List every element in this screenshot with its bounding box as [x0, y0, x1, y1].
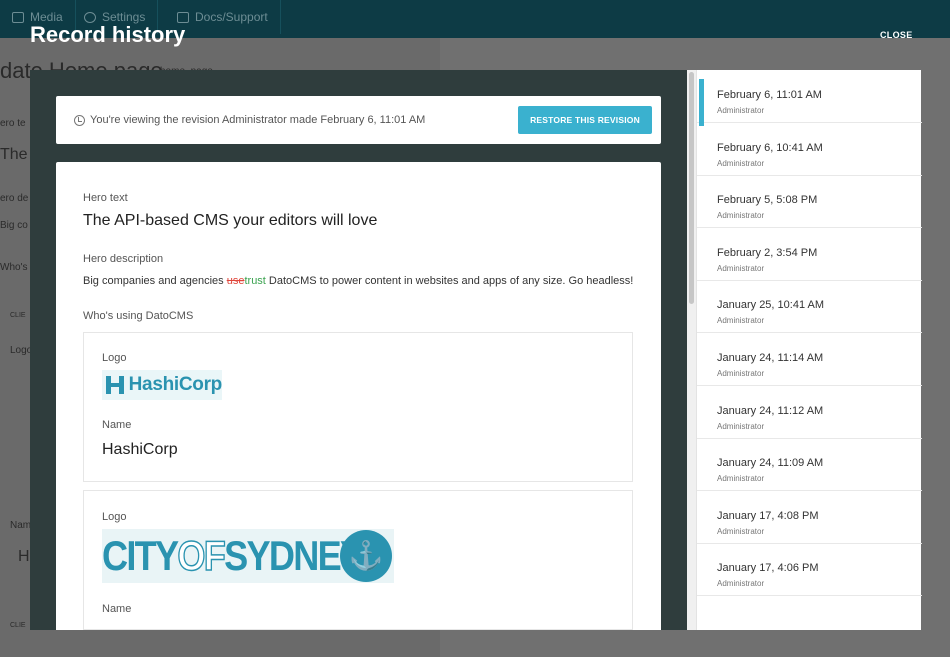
- revision-item[interactable]: January 24, 11:14 AM Administrator: [697, 333, 922, 386]
- hashicorp-mark-icon: [104, 374, 125, 396]
- deleted-text: use: [226, 275, 245, 287]
- revision-date: February 5, 5:08 PM: [717, 194, 818, 207]
- bg-fragment: ero de: [0, 193, 29, 204]
- scrollbar-thumb[interactable]: [689, 72, 694, 304]
- city-of-sydney-logo: CITYOFSYDNEY ⚓: [102, 529, 394, 583]
- logo-label: Logo: [102, 352, 127, 364]
- media-icon: [12, 11, 24, 23]
- revision-date: January 24, 11:12 AM: [717, 404, 824, 417]
- revision-notice-text: You're viewing the revision Administrato…: [90, 114, 426, 126]
- hashicorp-logo: HashiCorp: [102, 370, 222, 400]
- revision-date: February 6, 11:01 AM: [717, 89, 822, 101]
- bg-fragment: H: [18, 548, 30, 565]
- revision-preview: You're viewing the revision Administrato…: [30, 70, 688, 630]
- book-icon: [177, 11, 189, 23]
- revision-list: February 6, 11:01 AM Administrator Februar…: [696, 70, 922, 630]
- revision-item[interactable]: January 24, 11:09 AM Administrator: [697, 438, 922, 492]
- revision-author: Administrator: [717, 211, 765, 221]
- revision-date: January 24, 11:09 AM: [717, 457, 824, 470]
- inserted-text: trust: [244, 275, 266, 287]
- name-label: Name: [102, 603, 132, 615]
- history-icon: [74, 114, 85, 126]
- revision-content: Hero text The API-based CMS your editors…: [56, 162, 661, 630]
- revision-author: Administrator: [717, 106, 765, 115]
- revision-author: Administrator: [717, 579, 765, 589]
- bg-fragment: The: [0, 146, 28, 163]
- modal-title: Record history: [30, 22, 186, 47]
- revision-item[interactable]: February 6, 11:01 AM Administrator: [697, 70, 922, 126]
- revision-date: January 17, 4:06 PM: [717, 562, 819, 575]
- revision-item[interactable]: January 24, 11:12 AM Administrator: [697, 386, 922, 439]
- name-label: Name: [102, 419, 132, 431]
- hero-description-value: Big companies and agencies usetrust Dato…: [83, 275, 634, 287]
- hero-description-label: Hero description: [83, 253, 164, 265]
- revision-author: Administrator: [717, 316, 765, 326]
- client-card: Logo CITYOFSYDNEY ⚓ Name: [83, 490, 633, 630]
- hero-text-value: The API-based CMS your editors will love: [83, 212, 378, 229]
- hashicorp-wordmark: HashiCorp: [128, 374, 223, 395]
- gear-icon: [84, 11, 96, 23]
- restore-revision-button[interactable]: RESTORE THIS REVISION: [518, 106, 652, 134]
- city-of-sydney-wordmark: CITYOFSYDNEY: [102, 531, 364, 580]
- revision-author: Administrator: [717, 474, 765, 484]
- revision-date: February 6, 10:41 AM: [717, 141, 823, 154]
- hero-text-label: Hero text: [83, 192, 128, 204]
- bg-fragment: Big co: [0, 220, 28, 231]
- revision-date: January 25, 10:41 AM: [717, 299, 825, 312]
- revision-item[interactable]: January 17, 4:08 PM Administrator: [697, 491, 922, 544]
- revision-notice: You're viewing the revision Administrato…: [56, 96, 661, 144]
- revision-author: Administrator: [717, 421, 765, 431]
- revision-date: January 24, 11:14 AM: [717, 352, 824, 364]
- revision-date: February 2, 3:54 PM: [717, 246, 818, 259]
- revision-item[interactable]: January 17, 4:06 PM Administrator: [697, 543, 922, 597]
- anchor-icon: ⚓: [340, 530, 392, 582]
- revision-author: Administrator: [717, 369, 765, 378]
- revision-item[interactable]: February 2, 3:54 PM Administrator: [697, 228, 922, 281]
- logo-label: Logo: [102, 511, 127, 523]
- client-name: HashiCorp: [102, 441, 178, 458]
- bg-fragment: CLIE: [10, 622, 26, 629]
- revision-item[interactable]: February 5, 5:08 PM Administrator: [697, 175, 922, 229]
- bg-fragment: ero te: [0, 118, 26, 129]
- client-card: Logo HashiCorp Name HashiCorp: [83, 332, 633, 482]
- revision-date: January 17, 4:08 PM: [717, 509, 819, 522]
- revision-author: Administrator: [717, 263, 765, 273]
- revision-author: Administrator: [717, 158, 765, 168]
- bg-fragment: CLIE: [10, 312, 26, 319]
- revision-item[interactable]: February 6, 10:41 AM Administrator: [697, 123, 922, 176]
- bg-fragment: Logo: [10, 345, 33, 356]
- bg-fragment: Nam: [10, 520, 32, 531]
- clients-label: Who's using DatoCMS: [83, 310, 194, 322]
- close-button[interactable]: CLOSE: [880, 30, 913, 40]
- revision-item[interactable]: January 25, 10:41 AM Administrator: [697, 280, 922, 334]
- revision-author: Administrator: [717, 526, 765, 536]
